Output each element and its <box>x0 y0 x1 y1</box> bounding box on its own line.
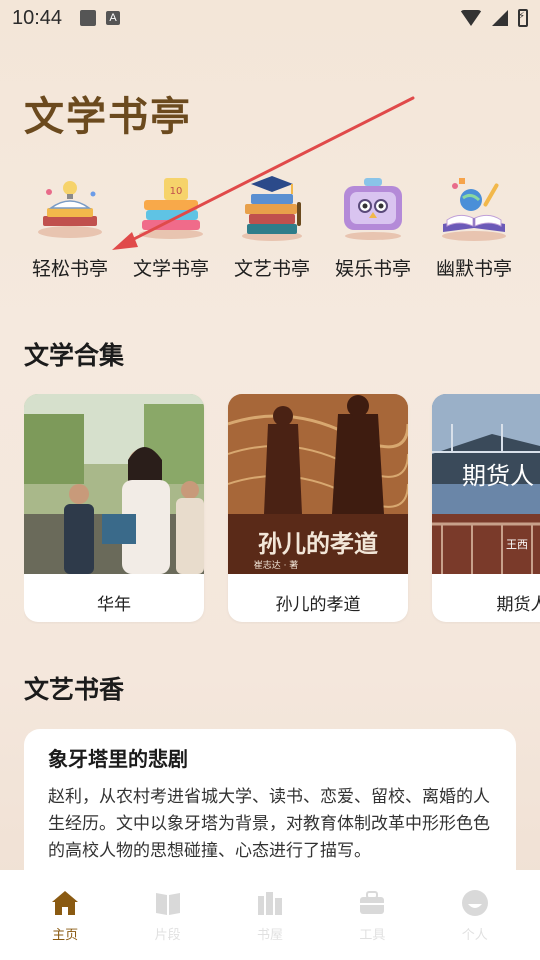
card-cover-image: 孙儿的孝道 崔志达 · 著 <box>228 394 408 574</box>
open-book-globe-icon <box>442 178 506 241</box>
collection-card[interactable]: 华年 <box>24 394 204 622</box>
status-bar: 10:44 A <box>0 0 540 36</box>
card-cover-image <box>24 394 204 574</box>
collection-carousel[interactable]: 华年 孙儿的孝道 崔志达 · 著 孙儿的孝道 期货人 王西 期货人 <box>24 394 540 624</box>
pavilion-label: 娱乐书亭 <box>334 258 411 280</box>
article-card[interactable]: 象牙塔里的悲剧 赵利，从农村考进省城大学、读书、恋爱、留校、离婚的人生经历。文中… <box>24 729 516 889</box>
battery-charging-icon <box>518 9 528 27</box>
bookshelf-icon <box>257 891 282 915</box>
image-icon <box>80 10 97 26</box>
nav-home[interactable]: 主页 <box>25 888 105 943</box>
pavilion-label: 文艺书亭 <box>233 258 310 280</box>
pavilion-label: 文学书亭 <box>132 258 209 280</box>
nav-label: 个人 <box>461 927 488 943</box>
pavilion-relaxing[interactable]: 轻松书亭 <box>22 172 118 284</box>
card-caption: 华年 <box>97 594 131 615</box>
article-summary: 赵利，从农村考进省城大学、读书、恋爱、留校、离婚的人生经历。文中以象牙塔为背景，… <box>48 787 490 861</box>
cover-title: 期货人 <box>462 462 534 490</box>
wifi-icon <box>460 10 482 26</box>
profile-icon <box>461 889 488 916</box>
card-cover-image: 期货人 王西 <box>432 394 540 574</box>
robot-monitor-icon <box>344 178 402 240</box>
nav-library[interactable]: 书屋 <box>230 888 310 943</box>
pavilion-entertainment[interactable]: 娱乐书亭 <box>325 172 421 284</box>
home-icon <box>52 890 79 915</box>
pavilion-humor[interactable]: 幽默书亭 <box>426 172 522 284</box>
nav-snippets[interactable]: 片段 <box>128 888 208 943</box>
nav-tools[interactable]: 工具 <box>332 888 412 943</box>
card-caption: 孙儿的孝道 <box>275 594 361 615</box>
nav-label: 工具 <box>359 927 386 943</box>
nav-profile[interactable]: 个人 <box>435 888 515 943</box>
book-icon <box>155 892 180 915</box>
article-title: 象牙塔里的悲剧 <box>48 747 188 771</box>
collection-card[interactable]: 孙儿的孝道 崔志达 · 著 孙儿的孝道 <box>228 394 408 622</box>
stacked-books-icon: 10 <box>139 178 203 239</box>
pavilion-arts[interactable]: 文艺书亭 <box>224 172 320 284</box>
books-with-cap-icon <box>242 176 302 241</box>
bottom-navigation: 主页 片段 书屋 工具 个人 <box>0 870 540 960</box>
card-caption: 期货人 <box>496 594 540 615</box>
status-time: 10:44 <box>12 6 63 29</box>
toolbox-icon <box>360 890 385 914</box>
text-a-icon: A <box>106 11 121 25</box>
cover-author: 崔志达 · 著 <box>254 559 299 571</box>
pavilion-literature[interactable]: 10 文学书亭 <box>123 172 219 284</box>
signal-icon <box>492 10 508 26</box>
nav-label: 片段 <box>154 927 181 943</box>
nav-label: 主页 <box>52 927 79 943</box>
cover-author: 王西 <box>506 538 528 551</box>
nav-label: 书屋 <box>256 927 283 943</box>
collection-card[interactable]: 期货人 王西 期货人 <box>432 394 540 622</box>
cover-title: 孙儿的孝道 <box>258 529 378 558</box>
pavilion-label: 轻松书亭 <box>31 258 108 280</box>
svg-text:10: 10 <box>170 186 183 197</box>
page-title: 文学书亭 <box>24 93 192 140</box>
pavilion-category-row: 轻松书亭 10 文学书亭 文艺书亭 娱乐书亭 幽默书亭 <box>22 172 522 284</box>
pavilion-label: 幽默书亭 <box>435 258 512 280</box>
article-section-title: 文艺书香 <box>24 675 125 704</box>
collection-section-title: 文学合集 <box>24 341 125 370</box>
books-with-lightbulb-icon <box>38 181 102 238</box>
